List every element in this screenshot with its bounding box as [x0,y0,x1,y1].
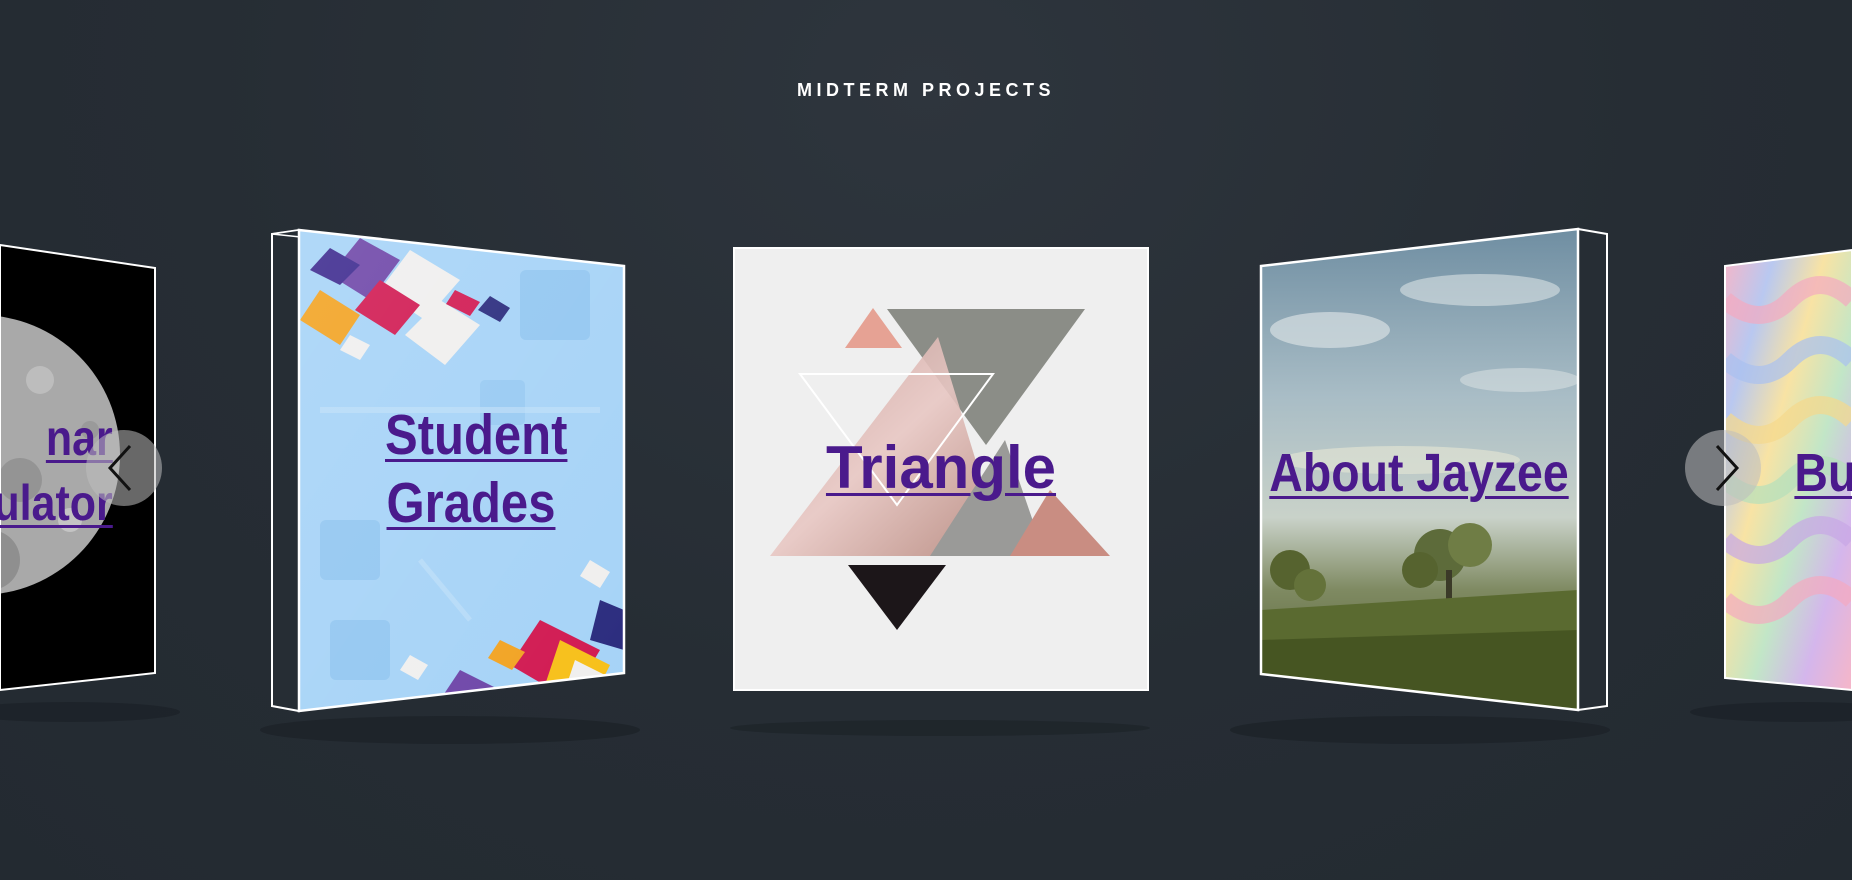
chevron-left-icon [107,444,132,492]
card-shadow [260,716,640,744]
carousel-prev-button[interactable] [86,430,162,506]
chevron-right-icon [1715,444,1740,492]
project-link-about-jayzee[interactable]: About Jayzee [1264,441,1574,506]
card-shadow [0,702,180,722]
project-link-grades-line2: Grades [386,471,556,536]
project-link-student-grades[interactable]: Student Grades [385,401,567,538]
card-shadow [1230,716,1610,744]
card-shadow [1690,702,1852,722]
card-shadow [730,720,1150,736]
project-link-triangle[interactable]: Triangle [733,432,1149,504]
project-carousel: nar ulator Student Grades Triangle About… [0,0,1852,880]
carousel-next-button[interactable] [1685,430,1761,506]
project-link-butterfly[interactable]: But [1794,441,1852,506]
project-link-grades-line1: Student [385,403,568,467]
